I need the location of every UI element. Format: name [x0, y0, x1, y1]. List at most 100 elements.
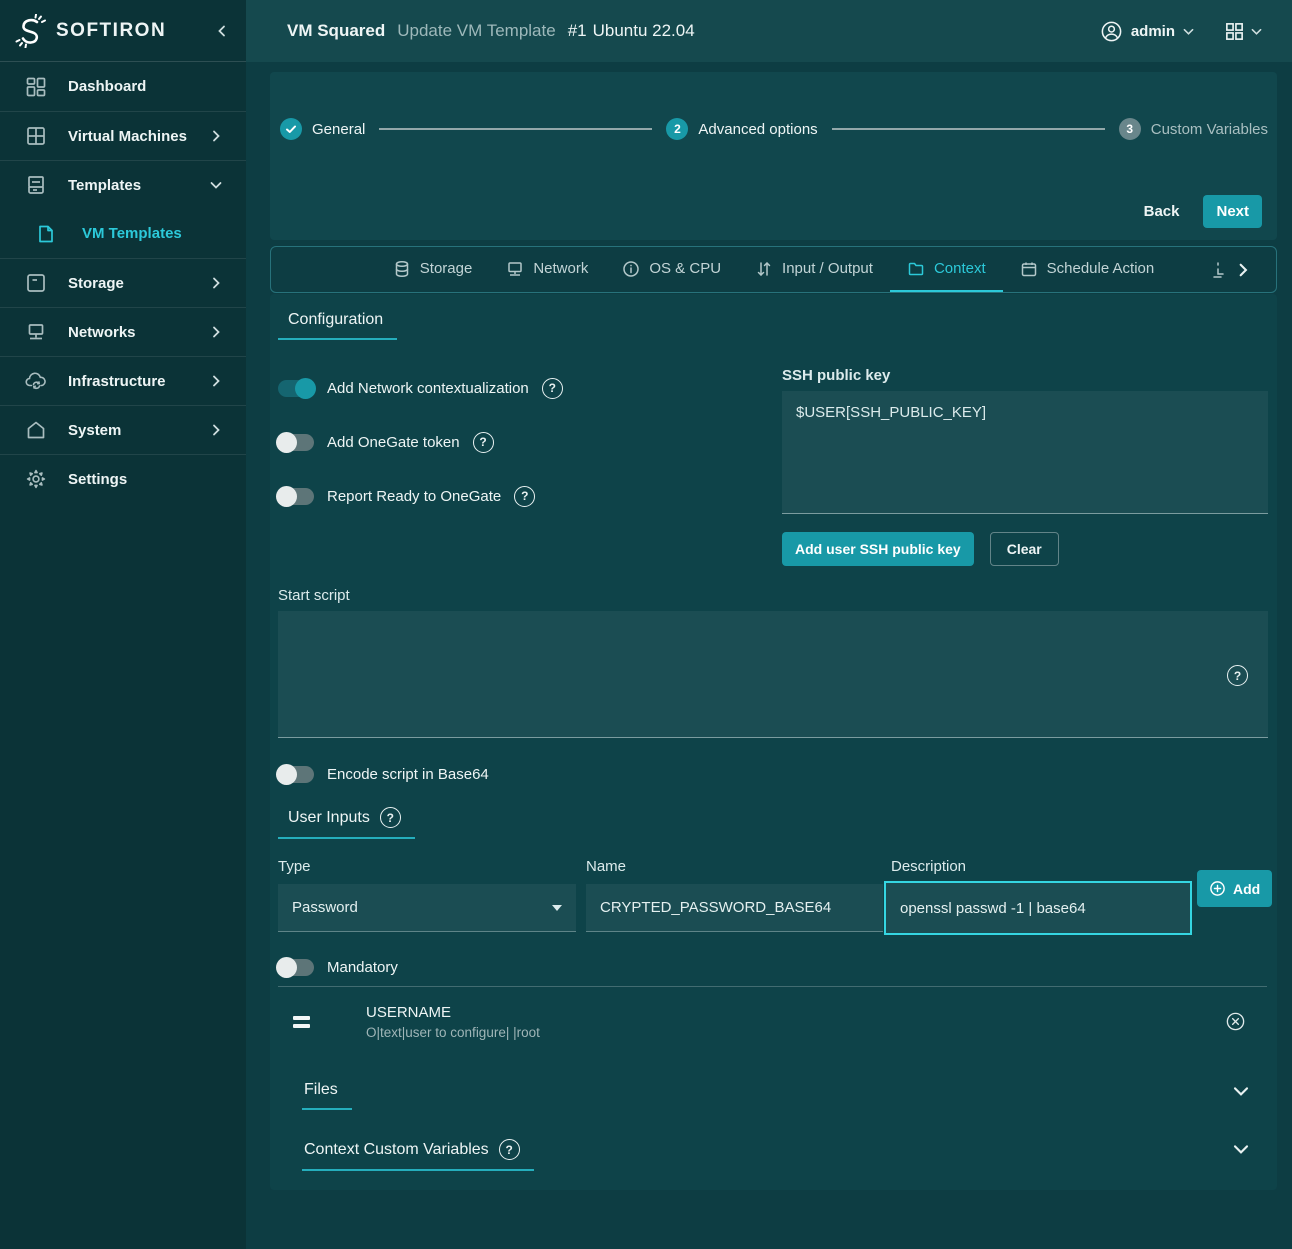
type-select[interactable]: Password [278, 884, 576, 932]
user-name: admin [1131, 23, 1175, 40]
sidebar-item-label: Templates [68, 177, 210, 194]
add-user-input-button[interactable]: Add [1197, 870, 1272, 907]
sidebar-item-storage[interactable]: Storage [0, 258, 246, 307]
toggle-row-report-ready: Report Ready to OneGate [278, 483, 535, 509]
files-section-heading: Files [302, 1081, 352, 1110]
context-custom-variables-section: Context Custom Variables [302, 1139, 1249, 1171]
encode-base64-toggle[interactable] [278, 766, 314, 783]
tab-label: OS & CPU [649, 260, 721, 277]
sidebar-item-system[interactable]: System [0, 405, 246, 454]
sidebar-item-dashboard[interactable]: Dashboard [0, 62, 246, 111]
top-bar: VM Squared Update VM Template #1 Ubuntu … [246, 0, 1292, 62]
toggle-label: Add OneGate token [327, 434, 460, 451]
user-input-spec: O|text|user to configure| |root [366, 1025, 540, 1040]
sidebar-item-virtual-machines[interactable]: Virtual Machines [0, 111, 246, 160]
tabs-scroll-right-button[interactable] [1236, 260, 1250, 280]
toggle-label: Report Ready to OneGate [327, 488, 501, 505]
files-expand-chevron-icon[interactable] [1233, 1083, 1249, 1099]
sidebar-item-label: Virtual Machines [68, 128, 210, 145]
user-menu[interactable]: admin [1100, 20, 1194, 43]
sidebar-item-label: Dashboard [68, 78, 222, 95]
mandatory-toggle[interactable] [278, 959, 314, 976]
brand: SOFTIRON [0, 0, 246, 62]
toggle-label: Add Network contextualization [327, 380, 529, 397]
breadcrumb: VM Squared Update VM Template #1 Ubuntu … [287, 21, 1100, 41]
name-input[interactable] [586, 884, 883, 932]
wizard-buttons: Back Next [1144, 195, 1262, 228]
section-title: Configuration [288, 311, 383, 329]
onegate-token-toggle[interactable] [278, 434, 314, 451]
toggle-knob [276, 764, 297, 785]
toggle-knob [276, 957, 297, 978]
tab-context[interactable]: Context [890, 247, 1003, 292]
help-icon[interactable] [1227, 665, 1248, 686]
calendar-icon [1020, 260, 1038, 278]
tab-label: Context [934, 260, 986, 277]
tab-os-cpu[interactable]: OS & CPU [605, 247, 738, 292]
help-icon[interactable] [473, 432, 494, 453]
resource-title: #1 Ubuntu 22.04 [568, 21, 695, 41]
softiron-logo-icon [14, 14, 48, 48]
partial-tab-icon [1212, 261, 1226, 281]
name-label: Name [586, 858, 626, 875]
tab-schedule-action[interactable]: Schedule Action [1003, 247, 1172, 292]
toggle-label: Encode script in Base64 [327, 766, 489, 783]
database-icon [393, 260, 411, 278]
report-ready-toggle[interactable] [278, 488, 314, 505]
drag-handle-icon[interactable] [293, 1016, 310, 1028]
tab-network[interactable]: Network [489, 247, 605, 292]
description-input[interactable] [884, 881, 1192, 935]
select-caret-icon [552, 905, 562, 911]
custom-variables-expand-chevron-icon[interactable] [1233, 1141, 1249, 1157]
sidebar-item-label: Networks [68, 324, 210, 341]
add-user-ssh-key-button[interactable]: Add user SSH public key [782, 532, 974, 566]
ssh-public-key-textarea[interactable]: $USER[SSH_PUBLIC_KEY] [782, 391, 1268, 514]
toggle-row-onegate-token: Add OneGate token [278, 429, 494, 455]
back-button[interactable]: Back [1144, 203, 1180, 220]
chevron-down-icon [1183, 26, 1194, 37]
custom-variables-section-heading: Context Custom Variables [302, 1139, 534, 1171]
next-button[interactable]: Next [1203, 195, 1262, 228]
content-area: General 2 Advanced options 3 Custom Vari… [246, 62, 1292, 1249]
toggle-knob [295, 378, 316, 399]
type-label: Type [278, 858, 311, 875]
tab-input-output[interactable]: Input / Output [738, 247, 890, 292]
start-script-textarea[interactable] [278, 611, 1268, 738]
sidebar-item-label: Settings [68, 471, 222, 488]
type-select-value: Password [292, 899, 358, 916]
help-icon[interactable] [499, 1139, 520, 1160]
add-button-label: Add [1233, 881, 1260, 897]
sidebar-collapse-icon[interactable] [216, 25, 228, 37]
toggle-label: Mandatory [327, 959, 398, 976]
help-icon[interactable] [542, 378, 563, 399]
tab-storage[interactable]: Storage [376, 247, 490, 292]
network-contextualization-toggle[interactable] [278, 380, 314, 397]
arrows-up-down-icon [755, 260, 773, 278]
step-label: Advanced options [698, 121, 817, 138]
sidebar-item-vm-templates[interactable]: VM Templates [0, 209, 246, 258]
start-script-field [278, 611, 1268, 738]
sidebar-item-settings[interactable]: Settings [0, 454, 246, 503]
user-input-name: USERNAME [366, 1004, 540, 1021]
help-icon[interactable] [380, 807, 401, 828]
files-section: Files [302, 1081, 1249, 1110]
clear-ssh-key-button[interactable]: Clear [990, 532, 1059, 566]
configuration-section-heading: Configuration [278, 311, 397, 340]
info-circle-icon [622, 260, 640, 278]
step-done-icon [280, 118, 302, 140]
sidebar-item-infrastructure[interactable]: Infrastructure [0, 356, 246, 405]
help-icon[interactable] [514, 486, 535, 507]
chevron-down-icon [210, 179, 222, 191]
remove-user-input-icon[interactable] [1225, 1011, 1246, 1032]
file-icon [36, 224, 56, 244]
page: SOFTIRON Dashboard Virtual Machines [0, 0, 1292, 1249]
user-input-list-item: USERNAME O|text|user to configure| |root [278, 986, 1267, 1056]
sidebar-item-networks[interactable]: Networks [0, 307, 246, 356]
apps-menu[interactable] [1224, 21, 1262, 42]
toggle-row-network-contextualization: Add Network contextualization [278, 375, 563, 401]
section-title: User Inputs [288, 809, 370, 827]
templates-icon [24, 174, 47, 197]
sidebar-item-templates[interactable]: Templates [0, 160, 246, 209]
chevron-down-icon [1251, 26, 1262, 37]
sidebar-item-label: Infrastructure [68, 373, 210, 390]
